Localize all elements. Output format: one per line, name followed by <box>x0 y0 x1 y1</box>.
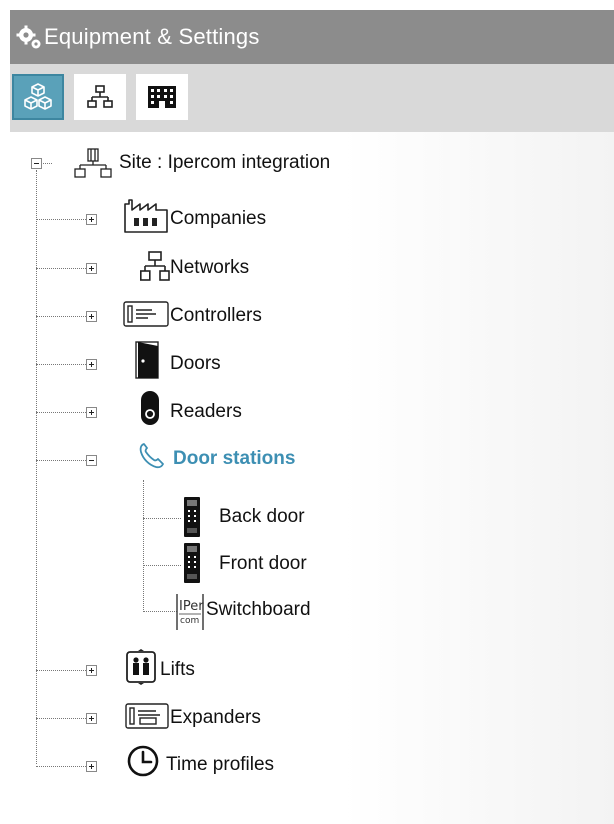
factory-icon <box>124 199 168 233</box>
site-icon <box>74 148 112 178</box>
tree-connector <box>143 565 181 566</box>
tree-connector <box>36 718 86 719</box>
expand-toggle[interactable] <box>86 713 97 724</box>
tree-item-controllers[interactable]: Controllers <box>170 305 262 327</box>
expand-toggle[interactable] <box>86 214 97 225</box>
ipercom-logo-icon: IPer com <box>176 594 204 630</box>
tree-connector <box>36 670 86 671</box>
tree-connector <box>36 412 86 413</box>
collapse-toggle[interactable] <box>31 158 42 169</box>
tree-connector <box>36 170 37 764</box>
tree-item-time-profiles[interactable]: Time profiles <box>166 754 274 776</box>
tree-root-label[interactable]: Site : Ipercom integration <box>119 152 330 174</box>
expand-toggle[interactable] <box>86 263 97 274</box>
door-icon <box>135 341 159 379</box>
equipment-tree: Site : Ipercom integration Companies Net… <box>10 10 614 824</box>
tree-item-doors[interactable]: Doors <box>170 353 221 375</box>
tree-connector <box>36 219 86 220</box>
lift-icon <box>126 649 156 685</box>
expand-toggle[interactable] <box>86 359 97 370</box>
tree-connector <box>36 766 86 767</box>
phone-icon <box>139 443 164 469</box>
equipment-panel: Equipment & Settings Site: Ipercom inte… <box>10 10 614 824</box>
intercom-icon <box>184 543 200 583</box>
tree-item-networks[interactable]: Networks <box>170 257 249 279</box>
expander-icon <box>125 703 169 729</box>
expand-toggle[interactable] <box>86 311 97 322</box>
collapse-toggle[interactable] <box>86 455 97 466</box>
tree-item-expanders[interactable]: Expanders <box>170 707 261 729</box>
expand-toggle[interactable] <box>86 761 97 772</box>
tree-connector <box>36 364 86 365</box>
tree-connector <box>143 518 181 519</box>
tree-connector <box>143 480 144 610</box>
tree-item-readers[interactable]: Readers <box>170 401 242 423</box>
controller-icon <box>123 301 169 327</box>
tree-child-back-door[interactable]: Back door <box>219 506 305 528</box>
reader-icon <box>141 391 159 425</box>
tree-item-door-stations[interactable]: Door stations <box>173 448 295 470</box>
tree-item-lifts[interactable]: Lifts <box>160 659 195 681</box>
tree-connector <box>36 268 86 269</box>
expand-toggle[interactable] <box>86 665 97 676</box>
svg-text:com: com <box>180 616 199 626</box>
tree-connector <box>143 611 177 612</box>
tree-connector <box>36 460 86 461</box>
tree-child-switchboard[interactable]: Switchboard <box>206 599 311 621</box>
intercom-icon <box>184 497 200 537</box>
svg-text:IPer: IPer <box>179 599 204 614</box>
clock-icon <box>127 745 159 777</box>
expand-toggle[interactable] <box>86 407 97 418</box>
tree-connector <box>36 316 86 317</box>
network-icon <box>140 251 170 281</box>
tree-child-front-door[interactable]: Front door <box>219 553 307 575</box>
tree-item-companies[interactable]: Companies <box>170 208 266 230</box>
